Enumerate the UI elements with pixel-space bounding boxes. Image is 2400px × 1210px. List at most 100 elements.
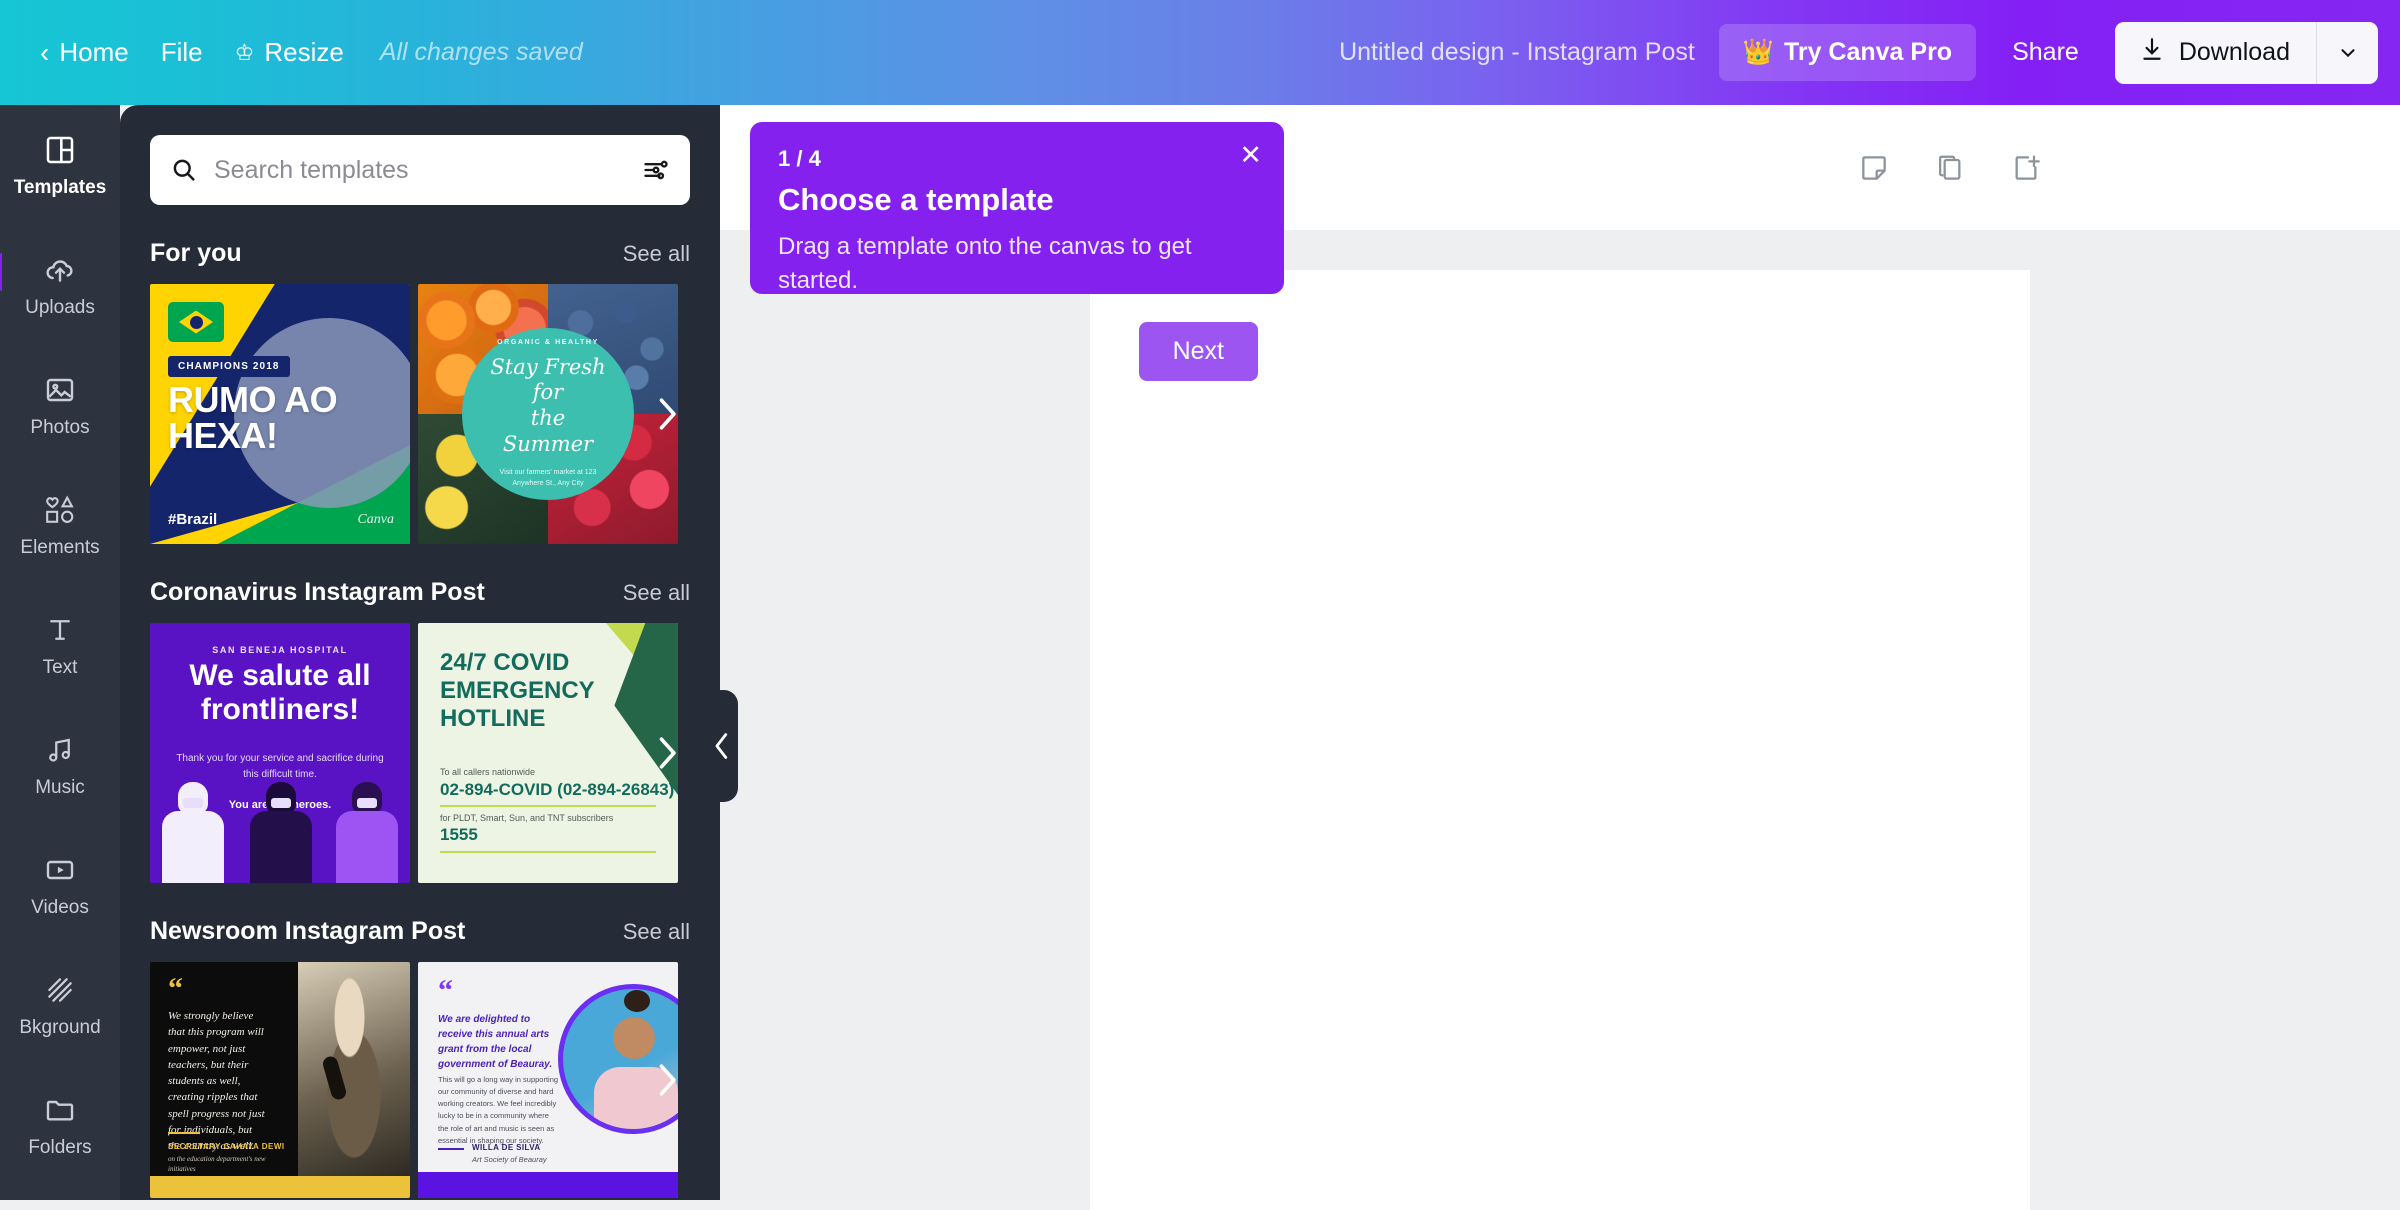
sidebar-item-videos[interactable]: Videos <box>0 825 120 945</box>
popup-title: Choose a template <box>778 182 1054 217</box>
popup-body-text: Drag a template onto the canvas to get s… <box>778 233 1192 295</box>
design-canvas-page[interactable] <box>1090 270 2030 1210</box>
section-title: For you <box>150 239 242 267</box>
frontliner-figure-nurse <box>336 782 398 883</box>
see-all-link[interactable]: See all <box>623 241 690 267</box>
quote-mark-icon: “ <box>168 972 183 1005</box>
search-icon <box>170 156 198 184</box>
frontliner-figure-doctor <box>250 782 312 883</box>
close-icon[interactable]: ✕ <box>1239 142 1262 169</box>
template-card-newsroom-quote-dark[interactable]: “ We strongly believe that this program … <box>150 962 410 1198</box>
popup-pointer-arrow <box>0 252 2 292</box>
sidebar-item-label: Text <box>42 656 78 678</box>
hatch-pattern-icon <box>42 972 78 1008</box>
add-page-icon[interactable] <box>2010 152 2042 184</box>
download-icon <box>2139 36 2165 69</box>
champions-badge: CHAMPIONS 2018 <box>168 356 290 377</box>
template-card-stay-fresh-summer[interactable]: ORGANIC & HEALTHY Stay Fresh for the Sum… <box>418 284 678 544</box>
sidebar-item-elements[interactable]: Elements <box>0 465 120 585</box>
section-title: Newsroom Instagram Post <box>150 917 466 945</box>
search-input[interactable]: Search templates <box>150 135 690 205</box>
see-all-link[interactable]: See all <box>623 919 690 945</box>
template-card-brazil-world-cup[interactable]: CHAMPIONS 2018 RUMO AO HEXA! #Brazil Can… <box>150 284 410 544</box>
sidebar-item-folders[interactable]: Folders <box>0 1065 120 1185</box>
see-all-link[interactable]: See all <box>623 580 690 606</box>
save-status: All changes saved <box>379 38 583 66</box>
carousel-next-newsroom[interactable] <box>650 1058 684 1102</box>
template-row-coronavirus: SAN BENEJA HOSPITAL We salute all frontl… <box>120 623 720 883</box>
sidebar-item-bkground[interactable]: Bkground <box>0 945 120 1065</box>
brazil-flag-icon <box>168 302 224 342</box>
sidebar-item-label: Bkground <box>19 1016 101 1038</box>
section-header-newsroom: Newsroom Instagram Post See all <box>120 883 720 962</box>
sidebar-item-text[interactable]: Text <box>0 585 120 705</box>
brazil-headline: RUMO AO HEXA! <box>168 379 338 456</box>
popup-next-button[interactable]: Next <box>1138 322 1258 381</box>
crown-icon: 👑 <box>1742 38 1774 66</box>
template-card-covid-hotline[interactable]: 24/7 COVID EMERGENCY HOTLINE To all call… <box>418 623 678 883</box>
carousel-next-coronavirus[interactable] <box>650 731 684 775</box>
brazil-headline-line2: HEXA! <box>168 415 278 456</box>
frontliner-illustrations <box>150 775 410 883</box>
sliders-icon[interactable] <box>642 156 670 184</box>
top-bar-right-group: Untitled design - Instagram Post 👑 Try C… <box>1339 0 2400 105</box>
covid-label-2: for PLDT, Smart, Sun, and TNT subscriber… <box>440 813 614 823</box>
brazil-hashtag: #Brazil <box>168 511 218 528</box>
covid-number-2: 1555 <box>440 825 478 844</box>
file-label: File <box>160 37 203 67</box>
download-button[interactable]: Download <box>2115 22 2316 84</box>
download-label: Download <box>2178 38 2290 66</box>
image-icon <box>42 372 78 408</box>
carousel-next-for-you[interactable] <box>650 392 684 436</box>
music-note-icon <box>42 732 78 768</box>
brazil-headline-line1: RUMO AO <box>168 379 338 420</box>
notes-icon[interactable] <box>1858 152 1890 184</box>
newsroom-dark-role: on the education department's new initia… <box>168 1155 266 1174</box>
popup-step-counter: 1 / 4 <box>778 146 821 171</box>
template-row-newsroom: “ We strongly believe that this program … <box>120 962 720 1198</box>
sidebar-item-photos[interactable]: Photos <box>0 345 120 465</box>
home-button[interactable]: ‹ Home <box>24 0 145 105</box>
download-button-group[interactable]: Download <box>2114 21 2378 84</box>
resize-button[interactable]: ♔ Resize <box>219 0 360 105</box>
covid-divider-1 <box>440 805 656 807</box>
teal-circle-overlay: ORGANIC & HEALTHY Stay Fresh for the Sum… <box>462 328 634 500</box>
folder-icon <box>42 1092 78 1128</box>
covid-label-1: To all callers nationwide <box>440 767 536 777</box>
top-bar: ‹ Home File ♔ Resize All changes saved U… <box>0 0 2400 105</box>
shapes-icon <box>42 492 78 528</box>
sidebar-item-uploads[interactable]: Uploads <box>0 225 120 345</box>
yellow-footer-bar <box>150 1176 410 1198</box>
sidebar-item-label: Videos <box>31 896 89 918</box>
share-label: Share <box>2012 38 2079 66</box>
template-card-newsroom-quote-light[interactable]: “ We are delighted to receive this annua… <box>418 962 678 1198</box>
sidebar-item-templates[interactable]: Templates <box>0 105 120 225</box>
fresh-sub-line2: Anywhere St., Any City <box>512 479 584 487</box>
sidebar-item-label: Templates <box>13 176 107 198</box>
section-header-coronavirus: Coronavirus Instagram Post See all <box>120 544 720 623</box>
covid-number-1: 02-894-COVID (02-894-26843) <box>440 780 675 799</box>
share-button[interactable]: Share <box>1990 24 2101 81</box>
file-menu-button[interactable]: File <box>145 0 219 105</box>
newsroom-light-role: Art Society of Beauray <box>472 1155 547 1164</box>
sidebar-item-music[interactable]: Music <box>0 705 120 825</box>
sidebar-item-label: Folders <box>28 1136 92 1158</box>
sidebar-item-label: Elements <box>20 536 100 558</box>
fresh-script-line2: the Summer <box>502 406 594 456</box>
frontliners-headline-line1: We salute all <box>189 659 371 692</box>
document-title[interactable]: Untitled design - Instagram Post <box>1339 38 1705 67</box>
fresh-sub-line1: Visit our farmers' market at 123 <box>499 469 597 477</box>
section-header-for-you: For you See all <box>120 205 720 284</box>
fresh-subtext: Visit our farmers' market at 123 Anywher… <box>500 468 597 489</box>
canva-watermark: Canva <box>357 512 394 527</box>
video-play-icon <box>42 852 78 888</box>
duplicate-page-icon[interactable] <box>1934 152 1966 184</box>
template-card-salute-frontliners[interactable]: SAN BENEJA HOSPITAL We salute all frontl… <box>150 623 410 883</box>
newsroom-light-lead: We are delighted to receive this annual … <box>438 1014 553 1070</box>
try-canva-pro-button[interactable]: 👑 Try Canva Pro <box>1718 24 1977 81</box>
template-row-for-you: CHAMPIONS 2018 RUMO AO HEXA! #Brazil Can… <box>120 284 720 544</box>
fresh-kicker: ORGANIC & HEALTHY <box>497 338 599 346</box>
sidebar-item-label: Uploads <box>25 296 95 318</box>
download-options-caret[interactable] <box>2316 21 2378 84</box>
panel-collapse-handle[interactable] <box>706 690 738 802</box>
